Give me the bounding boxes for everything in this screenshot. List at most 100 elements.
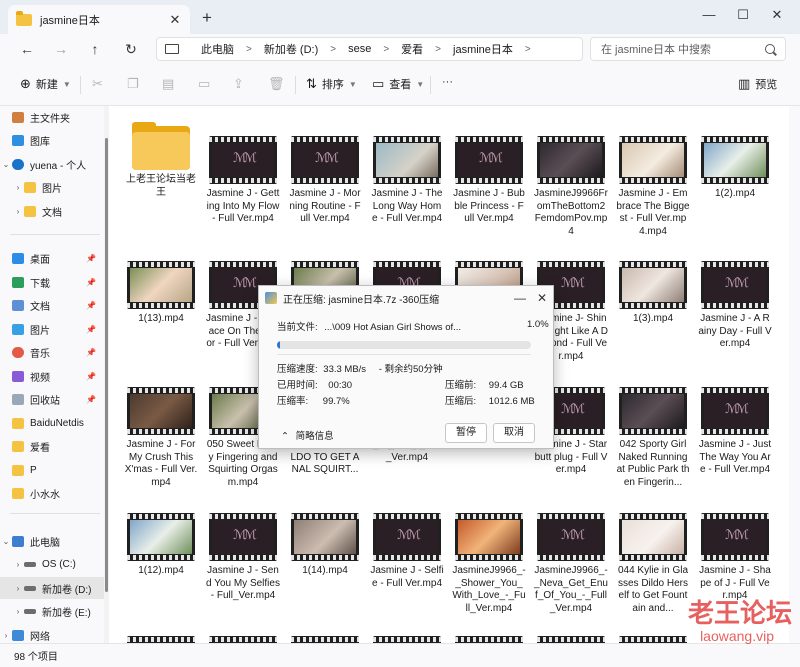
- file-item[interactable]: Jasmine J - A Rainy Day - Full Ver.mp4: [698, 261, 772, 351]
- pin-icon[interactable]: 📌: [86, 372, 96, 381]
- file-item[interactable]: Jasmine J - Shape of J - Full Ver.mp4: [698, 513, 772, 603]
- rename-button[interactable]: ▭: [198, 76, 215, 92]
- chevron-right-icon[interactable]: >: [525, 44, 531, 55]
- file-item[interactable]: Jasmine J - Morning Routine - Full Ver.m…: [288, 136, 362, 226]
- maximize-button[interactable]: ☐: [728, 4, 758, 26]
- file-item[interactable]: JasmineJ9966_-_Neva_Get_Enuf_Of_You_-_Fu…: [534, 513, 608, 615]
- file-item[interactable]: [124, 636, 198, 643]
- breadcrumb-aikan[interactable]: 爱看: [401, 41, 423, 57]
- chevron-down-icon[interactable]: ⌄: [0, 537, 12, 546]
- sidebar-item-downloads[interactable]: 下载 📌: [0, 271, 104, 293]
- file-item[interactable]: Jasmine J - Just The Way You Are - Full …: [698, 387, 772, 477]
- chevron-right-icon[interactable]: >: [435, 44, 441, 55]
- view-button[interactable]: ▭ 查看 ▼: [372, 76, 424, 92]
- file-item[interactable]: 1(13).mp4: [124, 261, 198, 326]
- breadcrumb-this-pc[interactable]: 此电脑: [201, 41, 234, 57]
- file-item[interactable]: [288, 636, 362, 643]
- sidebar-item-gallery[interactable]: 图库: [0, 129, 104, 151]
- sidebar-item-baidunetdisk[interactable]: BaiduNetdis: [0, 412, 104, 434]
- pin-icon[interactable]: 📌: [86, 301, 96, 310]
- pin-icon[interactable]: 📌: [86, 278, 96, 287]
- pin-icon[interactable]: 📌: [86, 254, 96, 263]
- forward-button[interactable]: →: [50, 38, 72, 60]
- sidebar-item-desktop[interactable]: 桌面 📌: [0, 247, 104, 269]
- sidebar-item-drive-d[interactable]: › 新加卷 (D:): [0, 577, 104, 599]
- breadcrumb-jasmine[interactable]: jasmine日本: [453, 41, 513, 57]
- file-item[interactable]: 1(14).mp4: [288, 513, 362, 578]
- file-item[interactable]: Jasmine J - For My Crush This X'mas - Fu…: [124, 387, 198, 489]
- sidebar-item-aikan[interactable]: 爱看: [0, 435, 104, 457]
- file-item[interactable]: 1(12).mp4: [124, 513, 198, 578]
- chevron-down-icon[interactable]: ⌄: [0, 160, 12, 169]
- breadcrumb-sese[interactable]: sese: [348, 43, 371, 55]
- chevron-right-icon[interactable]: >: [246, 44, 252, 55]
- sort-button[interactable]: ⇅ 排序 ▼: [306, 76, 357, 92]
- preview-button[interactable]: ▥ 预览: [738, 76, 777, 92]
- sidebar-item-onedrive[interactable]: ⌄ yuena - 个人: [0, 153, 104, 175]
- file-item[interactable]: Jasmine J - Send You My Selfies - Full_V…: [206, 513, 280, 603]
- sidebar-item-recycle-bin[interactable]: 回收站 📌: [0, 388, 104, 410]
- file-item[interactable]: Jasmine J - Embrace The Biggest - Full V…: [616, 136, 690, 238]
- chevron-right-icon[interactable]: ›: [12, 183, 24, 192]
- chevron-right-icon[interactable]: ›: [12, 607, 24, 616]
- file-item[interactable]: 1(2).mp4: [698, 136, 772, 201]
- details-toggle[interactable]: ⌃ 简略信息: [281, 428, 334, 442]
- sidebar-item-onedrive-pictures[interactable]: › 图片: [0, 176, 104, 198]
- sidebar-item-drive-c[interactable]: › OS (C:): [0, 553, 104, 575]
- chevron-right-icon[interactable]: ›: [12, 560, 24, 569]
- pause-button[interactable]: 暂停: [445, 423, 487, 443]
- sidebar-item-music[interactable]: 音乐 📌: [0, 341, 104, 363]
- back-button[interactable]: ←: [16, 38, 38, 60]
- sidebar-item-home[interactable]: 主文件夹: [0, 106, 104, 128]
- breadcrumb-drive-d[interactable]: 新加卷 (D:): [264, 41, 318, 57]
- file-item[interactable]: Jasmine J - The Long Way Home - Full Ver…: [370, 136, 444, 226]
- chevron-right-icon[interactable]: >: [330, 44, 336, 55]
- pin-icon[interactable]: 📌: [86, 395, 96, 404]
- cancel-button[interactable]: 取消: [493, 423, 535, 443]
- new-button[interactable]: ⊕ 新建 ▼: [20, 76, 71, 92]
- file-item[interactable]: [452, 636, 526, 643]
- sidebar-item-documents[interactable]: 文档 📌: [0, 294, 104, 316]
- sidebar-item-onedrive-documents[interactable]: › 文档: [0, 200, 104, 222]
- chevron-right-icon[interactable]: ›: [12, 584, 24, 593]
- file-item[interactable]: [370, 636, 444, 643]
- cut-button[interactable]: ✂: [92, 76, 108, 92]
- new-tab-button[interactable]: +: [198, 8, 216, 28]
- file-item[interactable]: Jasmine J - Getting Into My Flow - Full …: [206, 136, 280, 226]
- share-button[interactable]: ⇪: [233, 76, 249, 92]
- close-window-button[interactable]: ✕: [762, 4, 792, 26]
- sidebar-item-p[interactable]: P: [0, 459, 104, 481]
- sidebar-scrollbar-thumb[interactable]: [105, 138, 108, 592]
- more-options-button[interactable]: ···: [442, 76, 453, 88]
- sidebar-item-this-pc[interactable]: ⌄ 此电脑: [0, 530, 104, 552]
- file-item[interactable]: JasmineJ9966FromTheBottom2FemdomPov.mp4: [534, 136, 608, 238]
- refresh-button[interactable]: ↻: [120, 38, 142, 60]
- file-item[interactable]: 042 Sporty Girl Naked Running at Public …: [616, 387, 690, 489]
- sidebar-item-xiaoshuishui[interactable]: 小水水: [0, 482, 104, 504]
- sidebar-item-pictures[interactable]: 图片 📌: [0, 318, 104, 340]
- paste-button[interactable]: ▤: [162, 76, 179, 92]
- tab-jasmine[interactable]: jasmine日本 ✕: [8, 5, 190, 34]
- pin-icon[interactable]: 📌: [86, 325, 96, 334]
- search-box[interactable]: 在 jasmine日本 中搜索: [590, 37, 786, 61]
- up-button[interactable]: ↑: [84, 38, 106, 60]
- dialog-minimize-button[interactable]: —: [509, 291, 531, 305]
- delete-button[interactable]: 🗑: [268, 76, 290, 92]
- chevron-right-icon[interactable]: >: [383, 44, 389, 55]
- dialog-close-button[interactable]: ✕: [531, 291, 553, 305]
- file-item[interactable]: 1(3).mp4: [616, 261, 690, 326]
- close-tab-icon[interactable]: ✕: [168, 12, 182, 28]
- sidebar-item-drive-e[interactable]: › 新加卷 (E:): [0, 600, 104, 622]
- file-item[interactable]: Jasmine J - Selfie - Full Ver.mp4: [370, 513, 444, 590]
- minimize-button[interactable]: —: [694, 4, 724, 26]
- chevron-right-icon[interactable]: ›: [0, 631, 12, 640]
- folder-item[interactable]: 上老王论坛当老王: [124, 120, 198, 199]
- file-item[interactable]: JasmineJ9966_-_Shower_You_With_Love_-_Fu…: [452, 513, 526, 615]
- address-bar[interactable]: 此电脑 > 新加卷 (D:) > sese > 爱看 > jasmine日本 >: [156, 37, 583, 61]
- file-item[interactable]: [206, 636, 280, 643]
- file-item[interactable]: Jasmine J - Bubble Princess - Full Ver.m…: [452, 136, 526, 226]
- content-scrollbar[interactable]: [789, 106, 800, 643]
- search-input[interactable]: 在 jasmine日本 中搜索: [601, 41, 765, 57]
- copy-button[interactable]: ❐: [127, 76, 144, 92]
- sidebar-item-videos[interactable]: 视频 📌: [0, 365, 104, 387]
